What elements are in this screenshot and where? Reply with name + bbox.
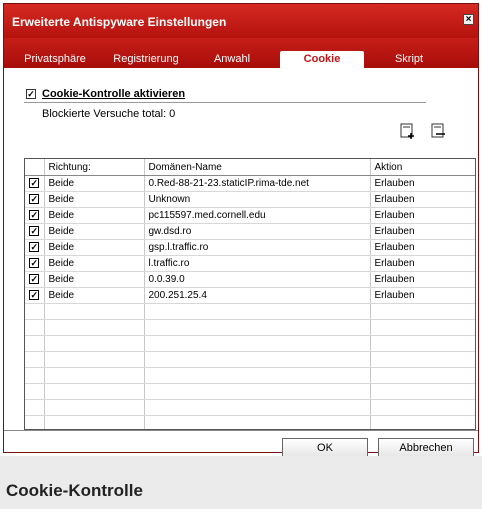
empty-row (25, 319, 475, 336)
header-checkbox-column (25, 159, 45, 176)
tab-anwahl[interactable]: Anwahl (202, 53, 262, 68)
row-checkbox[interactable]: ✓ (29, 258, 40, 269)
close-icon[interactable]: × (463, 14, 474, 25)
row-direction: Beide (44, 191, 145, 208)
row-direction: Beide (44, 255, 145, 272)
row-action: Erlauben (370, 223, 475, 240)
table-row[interactable]: ✓ Beide 200.251.25.4 Erlauben (25, 287, 475, 304)
add-entry-icon[interactable] (399, 122, 417, 140)
table-row[interactable]: ✓ Beide pc115597.med.cornell.edu Erlaube… (25, 207, 475, 224)
row-domain: 200.251.25.4 (144, 287, 371, 304)
cancel-button[interactable]: Abbrechen (378, 438, 474, 458)
figure-caption: Cookie-Kontrolle (0, 456, 482, 509)
tab-privatsphaere[interactable]: Privatsphäre (16, 53, 94, 68)
title-bar[interactable]: Erweiterte Antispyware Einstellungen × (4, 4, 478, 38)
ok-button[interactable]: OK (282, 438, 368, 458)
row-action: Erlauben (370, 239, 475, 256)
row-domain: l.traffic.ro (144, 255, 371, 272)
row-direction: Beide (44, 287, 145, 304)
row-action: Erlauben (370, 255, 475, 272)
enable-cookie-control-checkbox[interactable]: ✓ (26, 89, 36, 99)
header-action[interactable]: Aktion (370, 159, 475, 176)
advanced-antispyware-dialog: Erweiterte Antispyware Einstellungen × P… (3, 3, 479, 458)
row-domain: 0.0.39.0 (144, 271, 371, 288)
row-domain: gw.dsd.ro (144, 223, 371, 240)
table-header-row: Richtung: Domänen-Name Aktion (25, 159, 475, 176)
cookie-tab-content: ✓ Cookie-Kontrolle aktivieren Blockierte… (4, 68, 478, 458)
enable-cookie-control-label: Cookie-Kontrolle aktivieren (42, 88, 186, 100)
row-checkbox[interactable]: ✓ (29, 274, 40, 285)
row-checkbox[interactable]: ✓ (29, 290, 40, 301)
row-action: Erlauben (370, 175, 475, 192)
row-checkbox[interactable]: ✓ (29, 210, 40, 221)
empty-row (25, 335, 475, 352)
empty-row (25, 399, 475, 416)
table-row[interactable]: ✓ Beide Unknown Erlauben (25, 191, 475, 208)
row-action: Erlauben (370, 287, 475, 304)
header-domain-name[interactable]: Domänen-Name (144, 159, 371, 176)
table-row[interactable]: ✓ Beide 0.Red-88-21-23.staticIP.rima-tde… (25, 175, 475, 192)
empty-row (25, 303, 475, 320)
footer-divider (4, 430, 478, 434)
row-direction: Beide (44, 239, 145, 256)
row-checkbox[interactable]: ✓ (29, 194, 40, 205)
row-domain: gsp.l.traffic.ro (144, 239, 371, 256)
header-direction[interactable]: Richtung: (44, 159, 145, 176)
remove-entry-icon[interactable] (429, 122, 447, 140)
table-row[interactable]: ✓ Beide gsp.l.traffic.ro Erlauben (25, 239, 475, 256)
row-checkbox[interactable]: ✓ (29, 226, 40, 237)
row-direction: Beide (44, 175, 145, 192)
row-checkbox[interactable]: ✓ (29, 242, 40, 253)
section-divider (24, 102, 426, 103)
empty-row (25, 351, 475, 368)
tab-registrierung[interactable]: Registrierung (106, 53, 186, 68)
table-row[interactable]: ✓ Beide 0.0.39.0 Erlauben (25, 271, 475, 288)
cookie-rules-table[interactable]: Richtung: Domänen-Name Aktion ✓ Beide 0.… (24, 158, 476, 430)
row-action: Erlauben (370, 207, 475, 224)
dialog-title: Erweiterte Antispyware Einstellungen (12, 15, 227, 29)
table-row[interactable]: ✓ Beide gw.dsd.ro Erlauben (25, 223, 475, 240)
empty-row (25, 367, 475, 384)
tab-cookie[interactable]: Cookie (280, 51, 364, 68)
row-domain: 0.Red-88-21-23.staticIP.rima-tde.net (144, 175, 371, 192)
row-direction: Beide (44, 207, 145, 224)
tab-skript[interactable]: Skript (374, 53, 444, 68)
empty-row (25, 383, 475, 400)
table-row[interactable]: ✓ Beide l.traffic.ro Erlauben (25, 255, 475, 272)
row-domain: Unknown (144, 191, 371, 208)
row-direction: Beide (44, 223, 145, 240)
blocked-attempts-info: Blockierte Versuche total: 0 (42, 108, 176, 120)
row-direction: Beide (44, 271, 145, 288)
tab-bar: Privatsphäre Registrierung Anwahl Cookie… (4, 38, 478, 68)
row-action: Erlauben (370, 271, 475, 288)
empty-row (25, 415, 475, 429)
caption-text: Cookie-Kontrolle (6, 481, 143, 500)
row-domain: pc115597.med.cornell.edu (144, 207, 371, 224)
row-action: Erlauben (370, 191, 475, 208)
row-checkbox[interactable]: ✓ (29, 178, 40, 189)
